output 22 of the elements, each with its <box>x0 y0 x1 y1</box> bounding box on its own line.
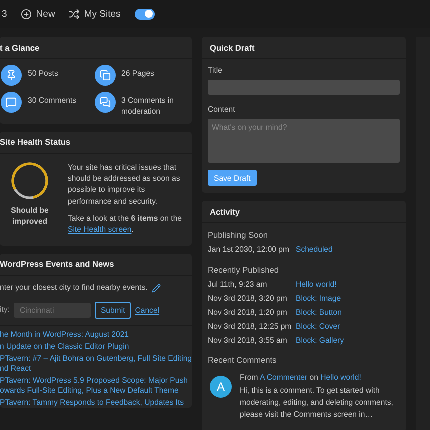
pages-icon <box>94 65 116 86</box>
panel-title: WordPress Events and News <box>0 259 114 270</box>
comments-icon <box>1 92 22 113</box>
shuffle-icon <box>69 8 80 20</box>
panel-title: Quick Draft <box>210 42 255 52</box>
plus-icon <box>21 8 32 20</box>
section-heading: Recent Comments <box>208 355 278 366</box>
section-heading: Recently Published <box>208 264 280 275</box>
toggle-switch[interactable] <box>134 8 155 20</box>
panel-title: Activity <box>210 206 240 216</box>
panel-title: t a Glance <box>0 42 40 52</box>
progress-ring <box>11 162 49 200</box>
title-field[interactable] <box>208 80 400 95</box>
section-heading: Publishing Soon <box>208 230 269 240</box>
avatar: A <box>210 376 232 398</box>
count-label: 3 <box>2 8 8 20</box>
panel-title: Site Health Status <box>0 137 71 148</box>
new-link[interactable]: New <box>21 8 56 20</box>
pencil-icon[interactable] <box>152 284 161 293</box>
moderation-icon <box>94 92 116 113</box>
my-sites-link[interactable]: My Sites <box>69 8 121 20</box>
posts-icon <box>1 65 22 86</box>
